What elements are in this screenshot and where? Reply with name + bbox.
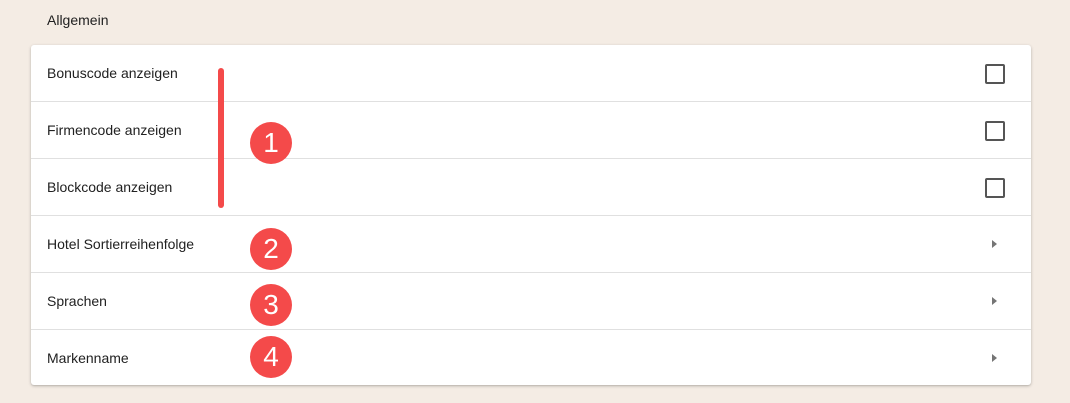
chevron-right-icon	[992, 240, 997, 248]
chevron-right-icon	[992, 297, 997, 305]
setting-label: Bonuscode anzeigen	[47, 65, 178, 81]
annotation-badge-2: 2	[250, 228, 292, 270]
setting-row-firmencode[interactable]: Firmencode anzeigen	[31, 102, 1031, 159]
annotation-badge-1: 1	[250, 122, 292, 164]
firmencode-checkbox[interactable]	[985, 121, 1005, 141]
setting-row-markenname[interactable]: Markenname	[31, 330, 1031, 387]
setting-label: Markenname	[47, 350, 129, 366]
setting-row-blockcode[interactable]: Blockcode anzeigen	[31, 159, 1031, 216]
setting-label: Sprachen	[47, 293, 107, 309]
settings-card: Bonuscode anzeigen Firmencode anzeigen B…	[31, 45, 1031, 385]
chevron-right-icon	[992, 354, 997, 362]
setting-row-sprachen[interactable]: Sprachen	[31, 273, 1031, 330]
bonuscode-checkbox[interactable]	[985, 64, 1005, 84]
annotation-badge-4: 4	[250, 336, 292, 378]
setting-row-bonuscode[interactable]: Bonuscode anzeigen	[31, 45, 1031, 102]
annotation-bracket	[218, 68, 224, 208]
setting-row-hotel-sortierreihenfolge[interactable]: Hotel Sortierreihenfolge	[31, 216, 1031, 273]
setting-label: Hotel Sortierreihenfolge	[47, 236, 195, 252]
section-title: Allgemein	[47, 12, 109, 28]
blockcode-checkbox[interactable]	[985, 178, 1005, 198]
setting-label: Firmencode anzeigen	[47, 122, 182, 138]
setting-label: Blockcode anzeigen	[47, 179, 173, 195]
annotation-badge-3: 3	[250, 284, 292, 326]
